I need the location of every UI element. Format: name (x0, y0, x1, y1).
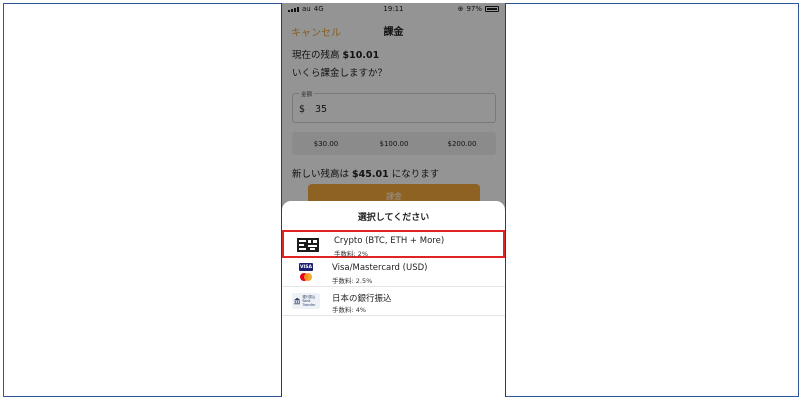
payment-option-name: Crypto (BTC, ETH + More) (334, 236, 445, 246)
mastercard-logo (299, 273, 313, 281)
payment-option-name: Visa/Mastercard (USD) (332, 263, 428, 273)
bank-badge: 銀行振込 Bank Transfer (292, 293, 320, 309)
visa-mastercard-icon: VISA (292, 263, 320, 281)
bank-building-icon (294, 297, 301, 305)
payment-option-crypto[interactable]: Crypto (BTC, ETH + More) 手数料: 2% (282, 230, 505, 258)
visa-logo: VISA (299, 263, 313, 271)
payment-option-card[interactable]: VISA Visa/Mastercard (USD) 手数料: 2.5% (282, 259, 505, 287)
crypto-icon (294, 236, 322, 254)
bank-transfer-icon: 銀行振込 Bank Transfer (292, 292, 320, 310)
payment-option-fee: 手数料: 4% (332, 306, 367, 314)
payment-option-fee: 手数料: 2% (334, 250, 369, 258)
bank-badge-en: Bank Transfer (302, 299, 316, 307)
bank-badge-text: 銀行振込 Bank Transfer (302, 295, 320, 307)
payment-method-sheet: 選択してください Crypto (BTC, ETH + More) 手数料: 2… (282, 201, 505, 397)
payment-option-name: 日本の銀行振込 (332, 294, 392, 304)
payment-option-bank[interactable]: 銀行振込 Bank Transfer 日本の銀行振込 手数料: 4% (282, 288, 505, 316)
sheet-title: 選択してください (357, 213, 430, 223)
payment-option-fee: 手数料: 2.5% (332, 277, 373, 285)
phone-screen: au 4G 19:11 ⊕ 97% キャンセル 課金 現在の残高 $10.01 … (281, 3, 506, 397)
